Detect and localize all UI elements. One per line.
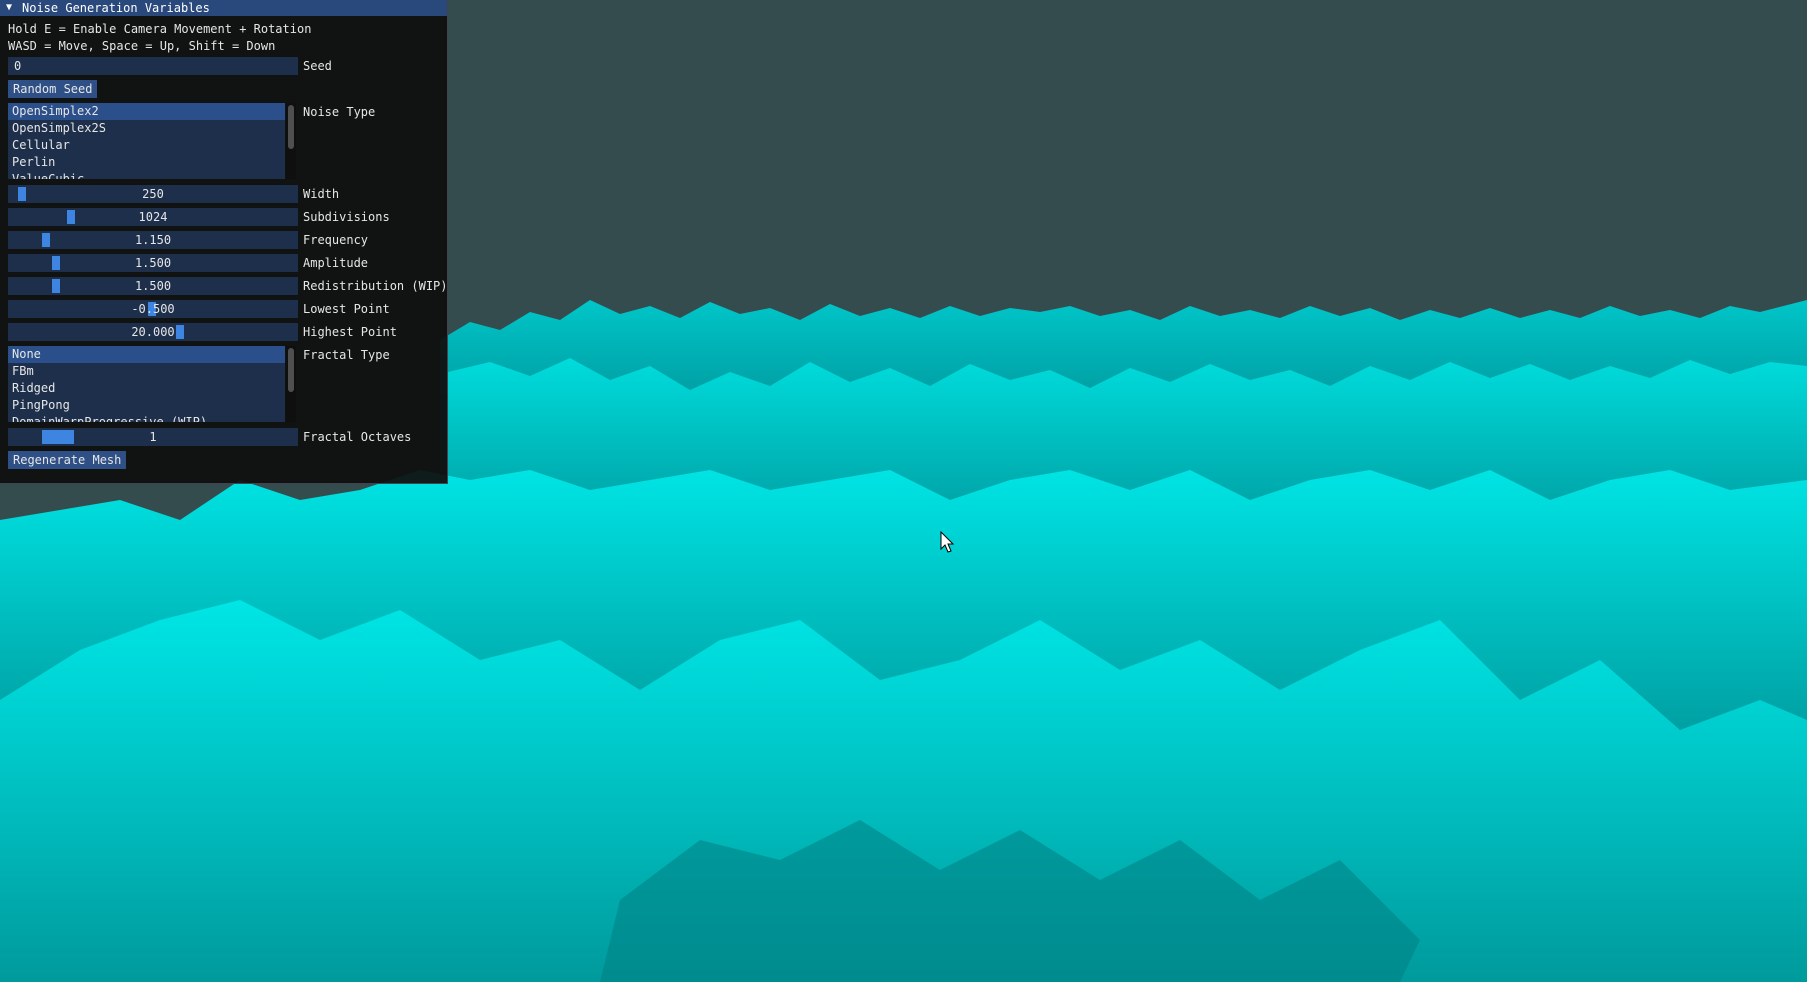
- list-item[interactable]: Ridged: [8, 380, 285, 397]
- help-text-camera: Hold E = Enable Camera Movement + Rotati…: [8, 22, 312, 36]
- seed-label: Seed: [303, 59, 332, 73]
- width-label: Width: [303, 187, 340, 201]
- fractal-type-label: Fractal Type: [303, 348, 390, 362]
- list-item[interactable]: OpenSimplex2: [8, 103, 285, 120]
- frequency-row: 1.150: [8, 231, 298, 249]
- list-item[interactable]: PingPong: [8, 397, 285, 414]
- lowest-point-row: -0.500: [8, 300, 298, 318]
- noise-type-listbox[interactable]: OpenSimplex2 OpenSimplex2S Cellular Perl…: [8, 103, 285, 179]
- noise-type-label: Noise Type: [303, 105, 376, 119]
- scrollbar-thumb[interactable]: [288, 348, 294, 392]
- frequency-slider[interactable]: 1.150: [8, 231, 298, 249]
- highest-point-label: Highest Point: [303, 325, 397, 339]
- list-item[interactable]: FBm: [8, 363, 285, 380]
- lowest-point-slider[interactable]: -0.500: [8, 300, 298, 318]
- subdivisions-label: Subdivisions: [303, 210, 390, 224]
- window-titlebar[interactable]: ▼ Noise Generation Variables: [0, 0, 447, 16]
- frequency-value: 1.150: [134, 233, 172, 247]
- seed-value: 0: [14, 59, 22, 73]
- list-item[interactable]: None: [8, 346, 285, 363]
- help-text-movement: WASD = Move, Space = Up, Shift = Down: [8, 39, 276, 53]
- mouse-pointer-icon: [940, 531, 955, 553]
- list-item[interactable]: ValueCubic: [8, 171, 285, 179]
- random-seed-button[interactable]: Random Seed: [8, 80, 98, 98]
- amplitude-row: 1.500: [8, 254, 298, 272]
- highest-point-slider[interactable]: 20.000: [8, 323, 298, 341]
- redistribution-row: 1.500: [8, 277, 298, 295]
- fractal-type-scrollbar[interactable]: [286, 346, 296, 422]
- amplitude-label: Amplitude: [303, 256, 369, 270]
- highest-point-value: 20.000: [131, 325, 175, 339]
- frequency-label: Frequency: [303, 233, 369, 247]
- list-item[interactable]: Cellular: [8, 137, 285, 154]
- lowest-point-value: -0.500: [131, 302, 175, 316]
- fractal-octaves-label: Fractal Octaves: [303, 430, 412, 444]
- triangle-down-icon[interactable]: ▼: [6, 0, 16, 16]
- redistribution-slider[interactable]: 1.500: [8, 277, 298, 295]
- fractal-octaves-value: 1: [149, 430, 157, 444]
- highest-point-row: 20.000: [8, 323, 298, 341]
- seed-input[interactable]: 0: [8, 57, 298, 75]
- noise-settings-window[interactable]: ▼ Noise Generation Variables Hold E = En…: [0, 0, 448, 484]
- noise-type-scrollbar[interactable]: [286, 103, 296, 179]
- amplitude-slider[interactable]: 1.500: [8, 254, 298, 272]
- lowest-point-label: Lowest Point: [303, 302, 390, 316]
- list-item[interactable]: Perlin: [8, 154, 285, 171]
- redistribution-label: Redistribution (WIP): [303, 279, 448, 293]
- subdivisions-value: 1024: [138, 210, 168, 224]
- subdivisions-slider[interactable]: 1024: [8, 208, 298, 226]
- list-item[interactable]: DomainWarpProgressive (WIP): [8, 414, 285, 422]
- width-row: 250: [8, 185, 298, 203]
- list-item[interactable]: OpenSimplex2S: [8, 120, 285, 137]
- width-slider[interactable]: 250: [8, 185, 298, 203]
- seed-row: 0: [8, 57, 298, 75]
- scrollbar-thumb[interactable]: [288, 105, 294, 149]
- width-value: 250: [142, 187, 164, 201]
- amplitude-value: 1.500: [134, 256, 172, 270]
- fractal-octaves-row: 1: [8, 428, 298, 446]
- fractal-octaves-slider[interactable]: 1: [8, 428, 298, 446]
- window-title: Noise Generation Variables: [22, 1, 210, 15]
- fractal-type-listbox[interactable]: None FBm Ridged PingPong DomainWarpProgr…: [8, 346, 285, 422]
- redistribution-value: 1.500: [134, 279, 172, 293]
- subdivisions-row: 1024: [8, 208, 298, 226]
- regenerate-mesh-button[interactable]: Regenerate Mesh: [8, 451, 127, 469]
